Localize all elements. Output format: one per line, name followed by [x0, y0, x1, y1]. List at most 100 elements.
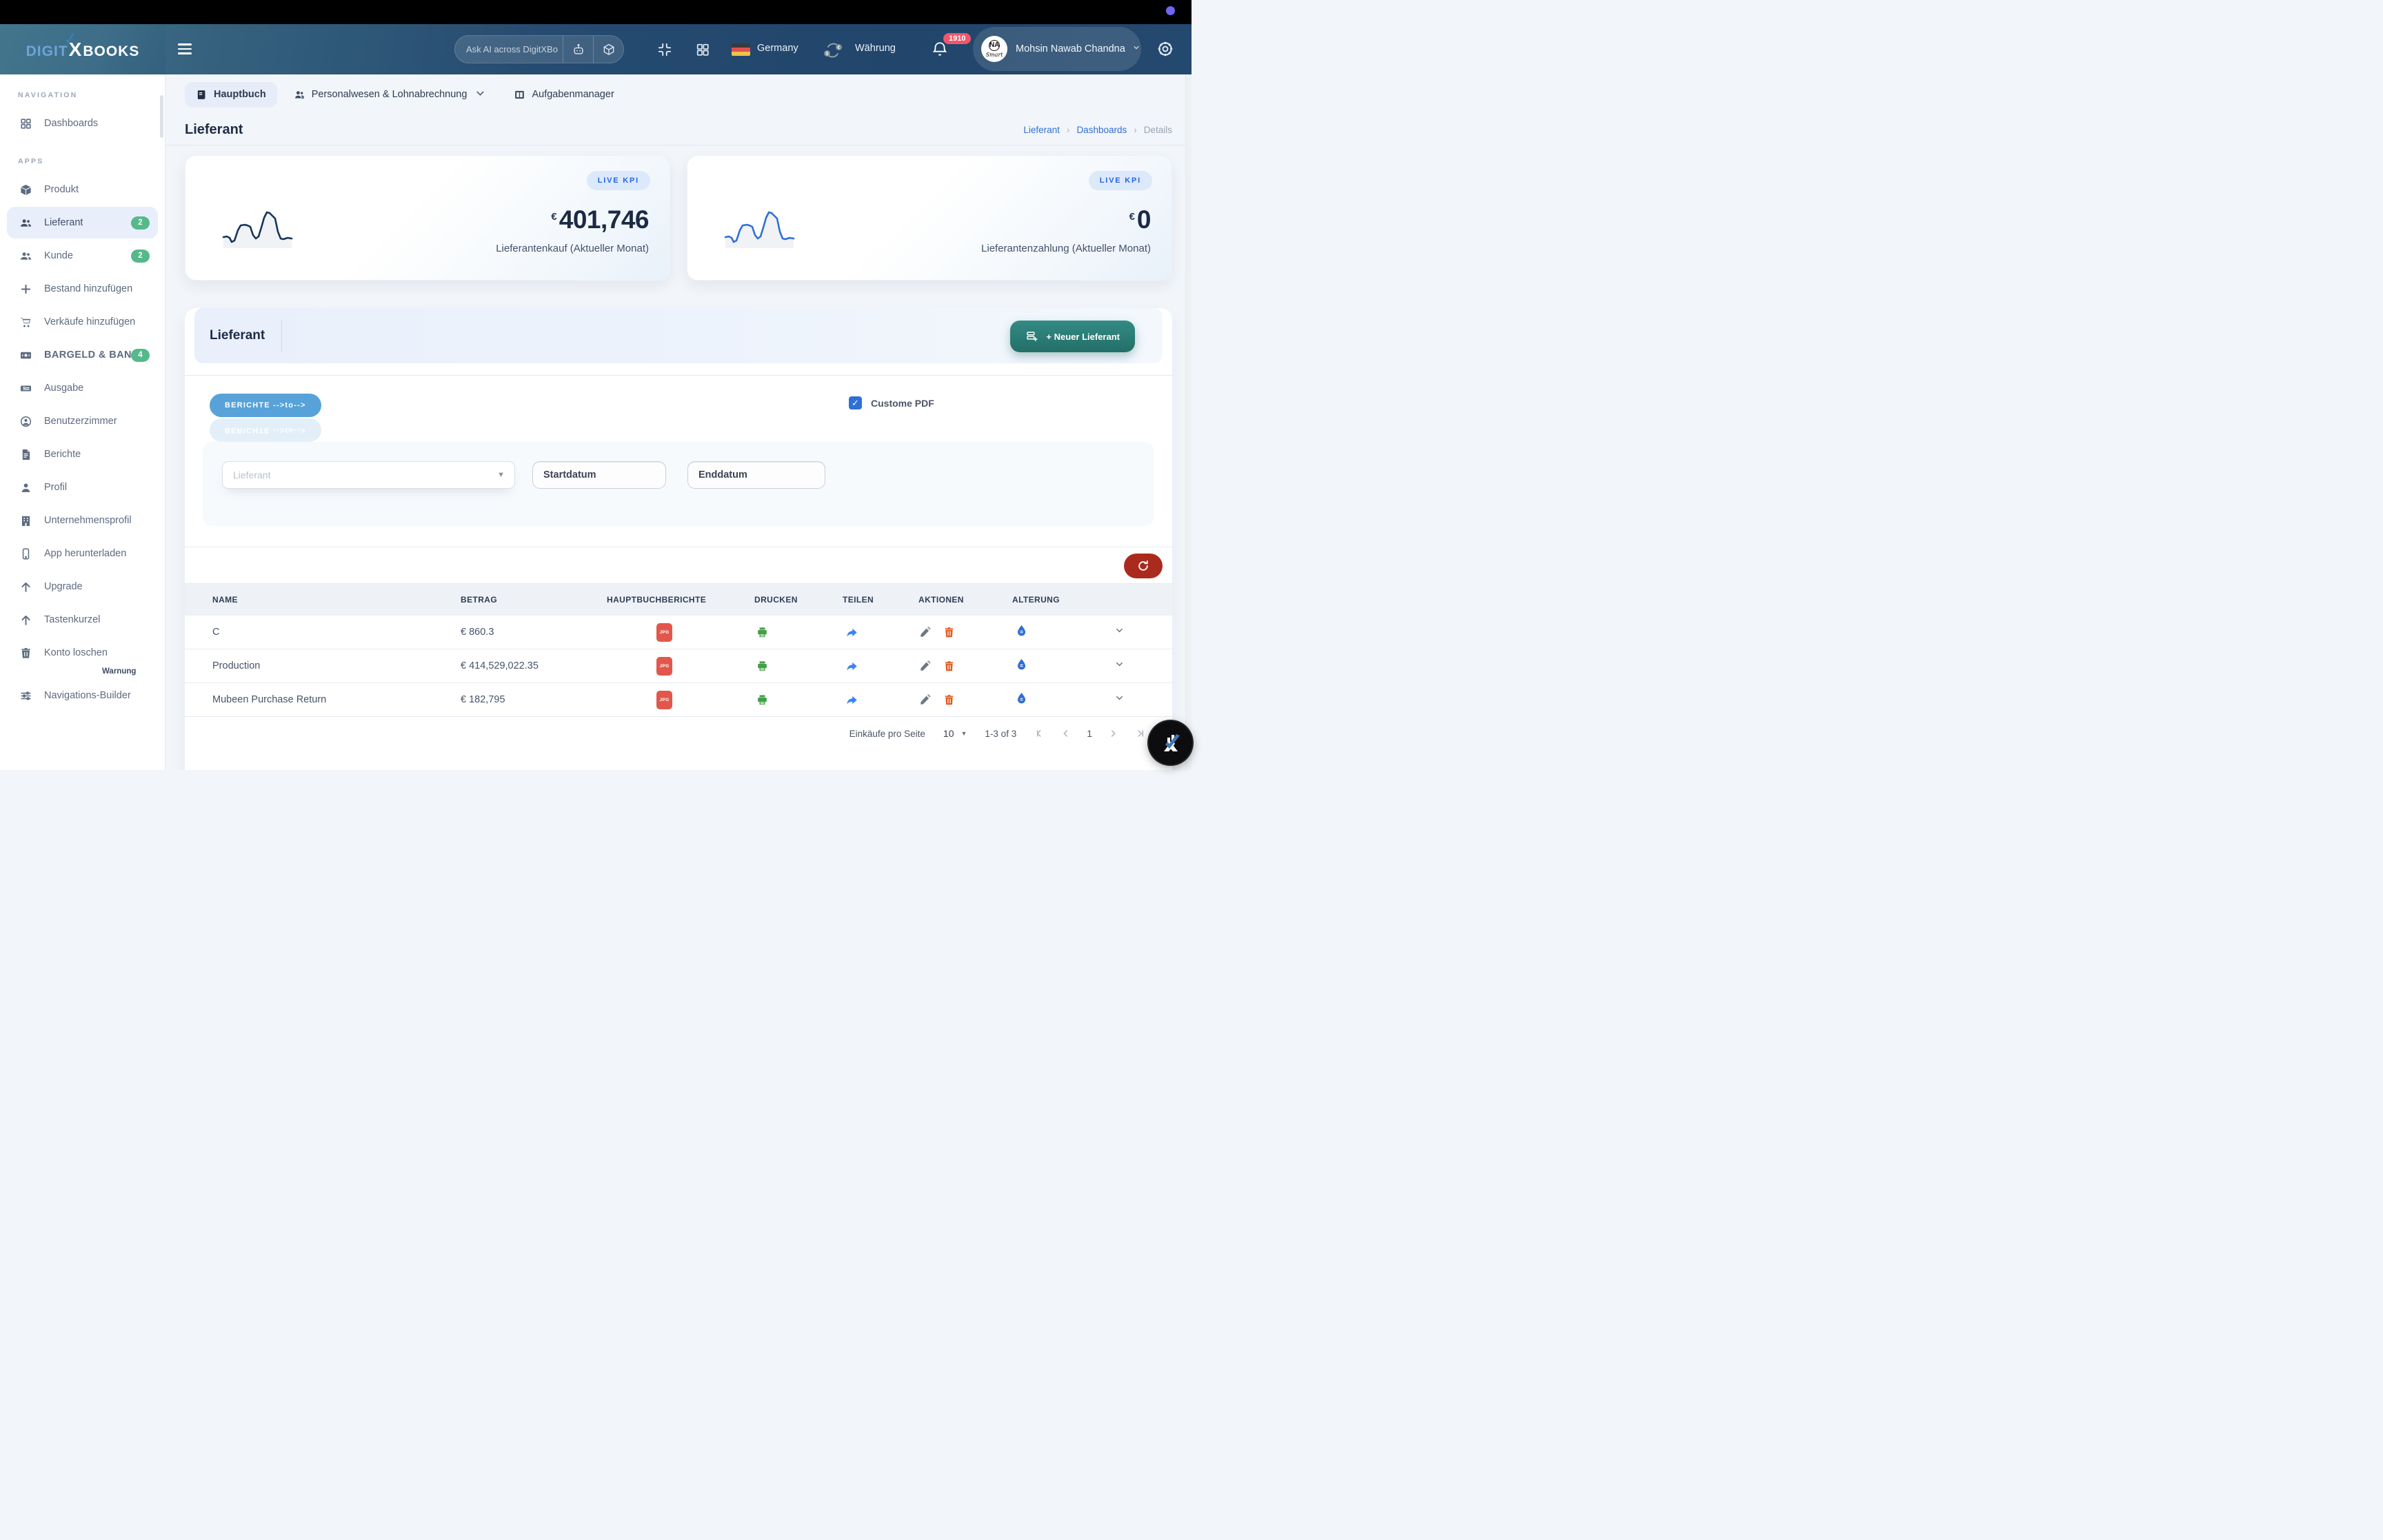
- search-input[interactable]: Ask AI across DigitXBo: [455, 44, 563, 54]
- collapse-fullscreen-button[interactable]: [657, 42, 672, 57]
- print-button[interactable]: [756, 660, 769, 673]
- aging-report-button[interactable]: [1015, 624, 1028, 637]
- col-alterung[interactable]: ALTERUNG: [1012, 595, 1102, 605]
- sidebar-item-upgrade[interactable]: Upgrade: [7, 571, 158, 602]
- sidebar-scrollbar[interactable]: [160, 95, 163, 138]
- svg-text:$: $: [826, 52, 829, 57]
- assistant-fab-button[interactable]: [1149, 721, 1192, 764]
- breadcrumb: Lieferant › Dashboards › Details: [1023, 125, 1172, 135]
- jpg-export-icon[interactable]: JPG: [656, 622, 672, 642]
- edit-button[interactable]: [918, 626, 932, 639]
- ai-search-bar[interactable]: Ask AI across DigitXBo: [454, 35, 624, 63]
- share-button[interactable]: [845, 693, 858, 707]
- print-button[interactable]: [756, 693, 769, 707]
- col-teilen[interactable]: TEILEN: [843, 595, 918, 605]
- sidebar-item-ausgabe[interactable]: $ Ausgabe: [7, 372, 158, 404]
- sidebar-item-benutzerzimmer[interactable]: Benutzerzimmer: [7, 405, 158, 437]
- sidebar-item-profil[interactable]: Profil: [7, 472, 158, 503]
- delete-button[interactable]: [943, 660, 956, 673]
- sidebar-item-konto-loschen[interactable]: Konto loschen: [7, 637, 158, 669]
- collapse-icon: [658, 43, 672, 57]
- app-logo[interactable]: DIGITXBOOKS ✓: [0, 24, 165, 74]
- droplet-report-icon: [1017, 658, 1026, 670]
- last-page-button[interactable]: [1134, 728, 1145, 739]
- jpg-export-icon[interactable]: JPG: [656, 656, 672, 676]
- next-page-button[interactable]: [1107, 728, 1118, 739]
- notification-count-badge[interactable]: 1910: [943, 33, 972, 44]
- phone-icon: [18, 546, 33, 561]
- reports-button[interactable]: BERICHTE -->to-->: [210, 394, 321, 417]
- country-label[interactable]: Germany: [757, 43, 798, 54]
- sidebar-item-tastenkurzel[interactable]: Tastenkurzel: [7, 604, 158, 636]
- edit-button[interactable]: [918, 693, 932, 707]
- expand-row-button[interactable]: [1114, 659, 1125, 673]
- delete-button[interactable]: [943, 626, 956, 639]
- svg-text:€: €: [838, 45, 841, 50]
- current-page-number[interactable]: 1: [1087, 728, 1092, 739]
- aging-report-button[interactable]: [1015, 658, 1028, 671]
- supplier-select[interactable]: Lieferant ▼: [222, 461, 515, 489]
- sidebar-item-label: Bestand hinzufügen: [44, 283, 133, 294]
- refresh-button[interactable]: [1124, 554, 1163, 578]
- col-drucken[interactable]: DRUCKEN: [754, 595, 843, 605]
- sidebar-item-dashboards[interactable]: Dashboards: [7, 108, 158, 139]
- breadcrumb-dashboards[interactable]: Dashboards: [1076, 125, 1127, 135]
- knowledge-box-button[interactable]: [593, 36, 623, 63]
- expand-row-button[interactable]: [1114, 625, 1125, 639]
- page-range-text: 1-3 of 3: [985, 728, 1017, 739]
- share-button[interactable]: [845, 660, 858, 673]
- germany-flag-icon[interactable]: [732, 43, 750, 56]
- sidebar-item-unternehmensprofil[interactable]: Unternehmensprofil: [7, 505, 158, 536]
- page-scrollbar[interactable]: [1185, 74, 1192, 770]
- currency-label[interactable]: Währung: [855, 43, 896, 54]
- task-board-icon: [515, 90, 525, 99]
- amount-cell: € 182,795: [461, 694, 505, 705]
- sidebar-item-bargeld-&-bank[interactable]: BARGELD & BANK 4: [7, 339, 158, 371]
- kpi-sparkline-chart: [222, 211, 293, 248]
- breadcrumb-lieferant[interactable]: Lieferant: [1023, 125, 1060, 135]
- custom-pdf-checkbox-group[interactable]: ✓ Custome PDF: [849, 396, 934, 409]
- apps-grid-button[interactable]: [695, 42, 710, 57]
- delete-button[interactable]: [943, 693, 956, 707]
- amount-cell: € 414,529,022.35: [461, 660, 539, 671]
- currency-switch-button[interactable]: $ €: [822, 39, 844, 61]
- table-header-row: NAME BETRAG HAUPTBUCHBERICHTE DRUCKEN TE…: [185, 584, 1172, 616]
- sidebar-item-produkt[interactable]: Produkt: [7, 174, 158, 205]
- customers-users-icon: [18, 248, 33, 263]
- user-menu[interactable]: NA Smart Mohsin Nawab Chandna: [973, 27, 1141, 71]
- settings-button[interactable]: [1156, 40, 1174, 58]
- expand-row-button[interactable]: [1114, 693, 1125, 707]
- sidebar-item-bestand-hinzufügen[interactable]: Bestand hinzufügen: [7, 273, 158, 305]
- reports-button-reflection: BERICHTE -->to-->: [210, 418, 321, 442]
- tab-personalwesen[interactable]: Personalwesen & Lohnabrechnung: [283, 81, 498, 109]
- sidebar-item-verkäufe-hinzufügen[interactable]: Verkäufe hinzufügen: [7, 306, 158, 338]
- prev-page-button[interactable]: [1060, 728, 1072, 739]
- start-date-input[interactable]: Startdatum: [532, 461, 666, 489]
- aging-report-button[interactable]: [1015, 691, 1028, 705]
- first-page-button[interactable]: [1034, 728, 1045, 739]
- chevron-down-icon: [474, 88, 486, 102]
- tab-hauptbuch[interactable]: Hauptbuch: [185, 81, 277, 108]
- sidebar-item-app-herunterladen[interactable]: App herunterladen: [7, 538, 158, 569]
- col-hauptbuchberichte[interactable]: HAUPTBUCHBERICHTE: [607, 595, 754, 605]
- sidebar-item-lieferant[interactable]: Lieferant 2: [7, 207, 158, 239]
- col-betrag[interactable]: BETRAG: [461, 595, 607, 605]
- menu-toggle-button[interactable]: [178, 41, 193, 57]
- print-button[interactable]: [756, 626, 769, 639]
- col-name[interactable]: NAME: [212, 595, 461, 605]
- new-supplier-button[interactable]: + Neuer Lieferant: [1010, 321, 1135, 352]
- end-date-input[interactable]: Enddatum: [687, 461, 825, 489]
- col-aktionen[interactable]: AKTIONEN: [918, 595, 1012, 605]
- logo-books-text: BOOKS: [83, 43, 140, 59]
- sidebar-item-navigations-builder[interactable]: Navigations-Builder: [7, 680, 158, 711]
- per-page-select[interactable]: 10 ▼: [943, 728, 967, 739]
- sidebar-item-berichte[interactable]: Berichte: [7, 438, 158, 470]
- custom-pdf-checkbox[interactable]: ✓: [849, 396, 862, 409]
- topbar: DIGITXBOOKS ✓ Ask AI across DigitXBo Ger…: [0, 24, 1192, 74]
- ai-robot-button[interactable]: [563, 36, 593, 63]
- sidebar-item-kunde[interactable]: Kunde 2: [7, 240, 158, 272]
- jpg-export-icon[interactable]: JPG: [656, 690, 672, 709]
- tab-aufgabenmanager[interactable]: Aufgabenmanager: [503, 82, 625, 108]
- edit-button[interactable]: [918, 660, 932, 673]
- share-button[interactable]: [845, 626, 858, 639]
